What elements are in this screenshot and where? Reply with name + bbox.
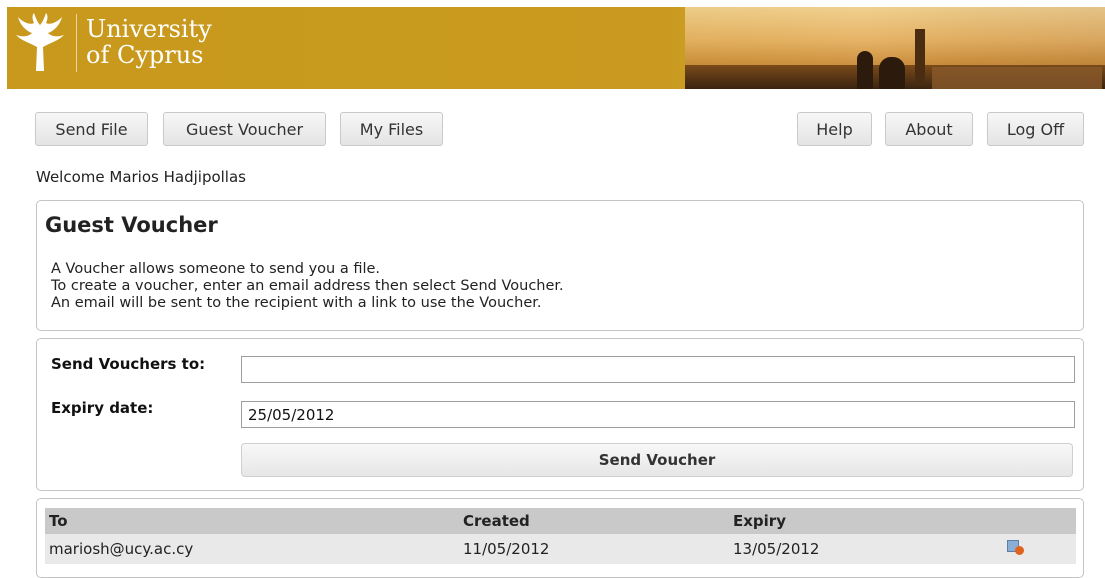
voucher-form-panel: Send Vouchers to: Expiry date: Send Vouc… (36, 338, 1084, 491)
voucher-created-cell: 11/05/2012 (459, 534, 729, 564)
voucher-to-cell: mariosh@ucy.ac.cy (45, 534, 459, 564)
expiry-date-input[interactable] (241, 401, 1075, 428)
banner-tree (879, 57, 905, 89)
expiry-date-label: Expiry date: (51, 399, 154, 417)
table-row: mariosh@ucy.ac.cy 11/05/2012 13/05/2012 (45, 534, 1076, 564)
column-header-to: To (45, 508, 459, 534)
voucher-action-cell (997, 534, 1076, 564)
logo-separator (76, 14, 77, 72)
info-panel: Guest Voucher A Voucher allows someone t… (36, 200, 1084, 331)
logo-text-line1: University (86, 15, 212, 43)
logo-text-line2: of Cyprus (86, 41, 204, 69)
send-voucher-button[interactable]: Send Voucher (241, 443, 1073, 477)
vouchers-table-panel: To Created Expiry mariosh@ucy.ac.cy 11/0… (36, 498, 1084, 578)
send-to-email-input[interactable] (241, 356, 1075, 383)
remove-badge-icon (1015, 546, 1024, 555)
help-button[interactable]: Help (797, 112, 872, 146)
info-line: A Voucher allows someone to send you a f… (51, 261, 381, 277)
info-line: An email will be sent to the recipient w… (51, 295, 542, 311)
delete-voucher-icon[interactable] (1007, 540, 1024, 555)
about-button[interactable]: About (885, 112, 973, 146)
guest-voucher-button[interactable]: Guest Voucher (163, 112, 326, 146)
info-line: To create a voucher, enter an email addr… (51, 278, 564, 294)
column-header-actions (997, 508, 1076, 534)
log-off-button[interactable]: Log Off (987, 112, 1084, 146)
my-files-button[interactable]: My Files (340, 112, 443, 146)
info-description: A Voucher allows someone to send you a f… (51, 261, 564, 312)
vouchers-table: To Created Expiry mariosh@ucy.ac.cy 11/0… (45, 508, 1076, 564)
university-name: University of Cyprus (86, 16, 212, 68)
table-header-row: To Created Expiry (45, 508, 1076, 534)
banner-tree (857, 51, 873, 89)
voucher-expiry-cell: 13/05/2012 (729, 534, 997, 564)
page-title: Guest Voucher (45, 213, 218, 237)
column-header-created: Created (459, 508, 729, 534)
university-logo-icon (16, 13, 64, 71)
banner-tower (915, 29, 925, 85)
send-to-label: Send Vouchers to: (51, 355, 206, 373)
send-file-button[interactable]: Send File (35, 112, 148, 146)
banner-building (932, 67, 1102, 89)
column-header-expiry: Expiry (729, 508, 997, 534)
welcome-message: Welcome Marios Hadjipollas (36, 168, 246, 186)
